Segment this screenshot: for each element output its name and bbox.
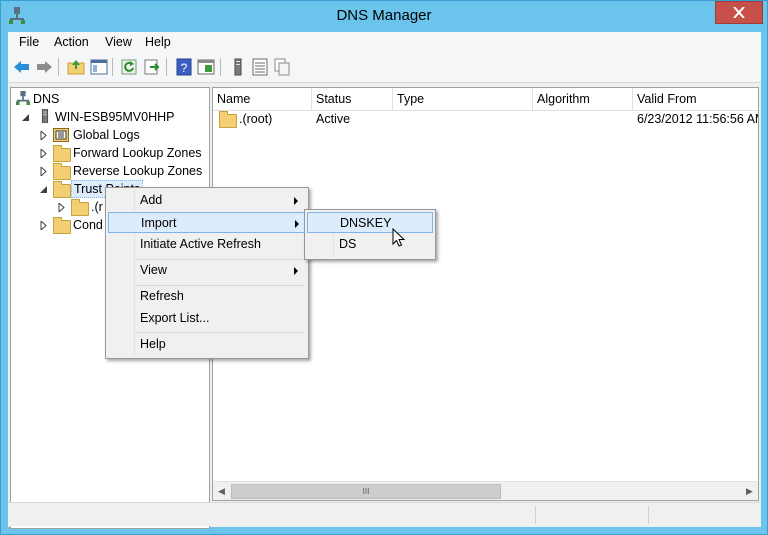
folder-icon — [53, 217, 71, 234]
title-bar[interactable]: DNS Manager — [1, 1, 767, 32]
menu-item-label: Export List... — [140, 311, 210, 325]
toolbar-separator — [166, 58, 167, 76]
toolbar-separator — [220, 58, 221, 76]
menu-item-dnskey[interactable]: DNSKEY — [307, 212, 433, 233]
expand-arrow-icon[interactable] — [39, 167, 48, 176]
log-icon — [53, 128, 69, 142]
menu-item-label: Refresh — [140, 289, 184, 303]
menu-item-initiate-active-refresh[interactable]: Initiate Active Refresh — [108, 234, 306, 255]
scroll-right-button[interactable]: ▶ — [741, 482, 758, 500]
expand-arrow-icon[interactable] — [39, 221, 48, 230]
menu-item-export-list[interactable]: Export List... — [108, 308, 306, 329]
menu-item-import[interactable]: Import — [108, 212, 306, 233]
status-divider — [535, 506, 537, 524]
svg-text:?: ? — [181, 61, 188, 75]
folder-icon — [53, 163, 71, 180]
up-folder-icon[interactable] — [66, 57, 86, 77]
console-icon[interactable] — [196, 57, 216, 77]
menu-item-label: DS — [339, 237, 357, 251]
toolbar-separator — [112, 58, 113, 76]
menu-view[interactable]: View — [105, 35, 132, 49]
back-icon[interactable] — [12, 57, 32, 77]
tree-label: .(r — [91, 200, 103, 214]
expand-arrow-icon[interactable] — [39, 149, 48, 158]
submenu-arrow-icon — [294, 267, 298, 275]
server-icon[interactable] — [228, 57, 248, 77]
menu-item-view[interactable]: View — [108, 260, 306, 281]
copy-icon[interactable] — [272, 57, 292, 77]
menu-item-label: DNSKEY — [340, 216, 392, 230]
show-hide-tree-icon[interactable] — [89, 57, 109, 77]
scrollbar-thumb[interactable]: III — [231, 484, 501, 499]
window-title: DNS Manager — [336, 7, 432, 24]
mouse-cursor-icon — [392, 228, 405, 247]
menu-item-add[interactable]: Add — [108, 190, 306, 211]
tree-label: Global Logs — [73, 128, 140, 142]
close-button[interactable] — [715, 1, 763, 24]
tree-label: Cond — [73, 218, 103, 232]
folder-icon — [71, 199, 89, 216]
folder-icon — [53, 181, 71, 198]
import-submenu: DNSKEY DS — [304, 209, 436, 260]
folder-icon — [53, 145, 71, 162]
tree-label: Forward Lookup Zones — [73, 146, 202, 160]
status-divider — [648, 506, 650, 524]
server-icon — [41, 109, 49, 123]
help-icon[interactable]: ? — [174, 57, 194, 77]
column-header-status[interactable]: Status — [312, 88, 393, 110]
menu-item-label: View — [140, 263, 167, 277]
menu-item-label: Import — [141, 216, 177, 230]
list-view-icon[interactable] — [250, 57, 270, 77]
tree-label: Reverse Lookup Zones — [73, 164, 203, 178]
menu-item-help[interactable]: Help — [108, 334, 306, 355]
column-header-algorithm[interactable]: Algorithm — [533, 88, 633, 110]
submenu-arrow-icon — [295, 220, 299, 228]
cell-valid-from: 6/23/2012 11:56:56 AM — [637, 112, 759, 126]
toolbar-separator — [58, 58, 59, 76]
expand-arrow-icon[interactable] — [39, 131, 48, 140]
column-header-valid-from[interactable]: Valid From — [633, 88, 758, 110]
list-header: Name Status Type Algorithm Valid From — [213, 88, 758, 111]
scroll-left-button[interactable]: ◀ — [213, 482, 230, 500]
menu-action[interactable]: Action — [54, 35, 89, 49]
menu-item-refresh[interactable]: Refresh — [108, 286, 306, 307]
export-list-icon[interactable] — [142, 57, 162, 77]
menu-bar: File Action View Help — [8, 32, 761, 52]
close-icon — [733, 7, 745, 18]
horizontal-scrollbar[interactable]: ◀ III ▶ — [212, 481, 759, 501]
refresh-icon[interactable] — [119, 57, 139, 77]
expand-arrow-icon[interactable] — [57, 203, 66, 212]
dns-icon — [16, 91, 30, 105]
submenu-arrow-icon — [294, 197, 298, 205]
menu-item-label: Help — [140, 337, 166, 351]
menu-separator — [136, 332, 304, 333]
toolbar: ? — [8, 52, 761, 83]
context-menu: Add Import Initiate Active Refresh View … — [105, 187, 309, 359]
forward-icon[interactable] — [34, 57, 54, 77]
menu-item-ds[interactable]: DS — [307, 234, 433, 255]
column-header-type[interactable]: Type — [393, 88, 533, 110]
collapse-arrow-icon[interactable] — [21, 113, 30, 122]
table-row[interactable]: .(root) Active 6/23/2012 11:56:56 AM — [213, 110, 758, 128]
folder-icon — [219, 111, 237, 128]
tree-label: DNS — [33, 92, 60, 106]
collapse-arrow-icon[interactable] — [39, 185, 48, 194]
menu-help[interactable]: Help — [145, 35, 171, 49]
menu-item-label: Add — [140, 193, 163, 207]
tree-label: WIN-ESB95MV0HHP — [55, 110, 175, 124]
cell-status: Active — [316, 112, 351, 126]
cell-name: .(root) — [239, 112, 273, 126]
menu-item-label: Initiate Active Refresh — [140, 237, 261, 251]
status-bar — [8, 502, 761, 526]
column-header-name[interactable]: Name — [213, 88, 312, 110]
menu-file[interactable]: File — [19, 35, 39, 49]
